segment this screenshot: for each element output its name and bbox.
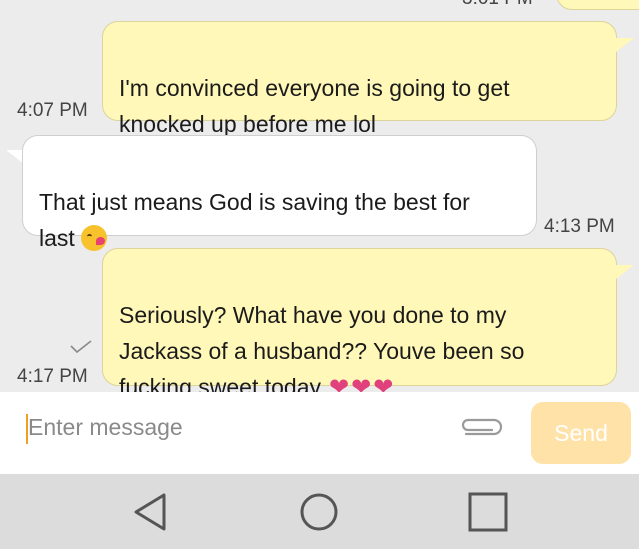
kiss-emoji-icon	[80, 225, 107, 251]
message-timestamp: 4:07 PM	[17, 100, 88, 121]
previous-message-bubble[interactable]	[556, 0, 639, 10]
message-text: I'm convinced everyone is going to get k…	[119, 75, 510, 137]
message-composer: Enter message Send	[0, 392, 639, 474]
system-navigation-bar	[0, 474, 639, 549]
message-timestamp: 4:17 PM	[17, 366, 88, 387]
send-button[interactable]: Send	[531, 402, 631, 464]
chat-thread: 3:01 PM I'm convinced everyone is going …	[0, 0, 639, 392]
message-bubble-outgoing[interactable]: Seriously? What have you done to my Jack…	[102, 248, 617, 392]
message-input[interactable]: Enter message	[28, 414, 183, 441]
message-bubble-outgoing[interactable]: I'm convinced everyone is going to get k…	[102, 21, 617, 137]
circle-home-icon[interactable]	[298, 491, 340, 533]
heart-emoji-icon: ❤❤❤	[329, 374, 396, 392]
message-bubble-incoming[interactable]: That just means God is saving the best f…	[22, 135, 537, 251]
message-timestamp: 4:13 PM	[544, 216, 615, 237]
message-text: Seriously? What have you done to my Jack…	[119, 302, 525, 392]
bubble-tail	[616, 265, 634, 279]
square-recents-icon[interactable]	[467, 491, 509, 533]
triangle-back-icon[interactable]	[130, 491, 172, 533]
check-icon	[70, 340, 92, 354]
bubble-tail	[616, 38, 634, 52]
previous-message-timestamp: 3:01 PM	[462, 0, 533, 10]
paperclip-icon[interactable]	[458, 414, 508, 442]
